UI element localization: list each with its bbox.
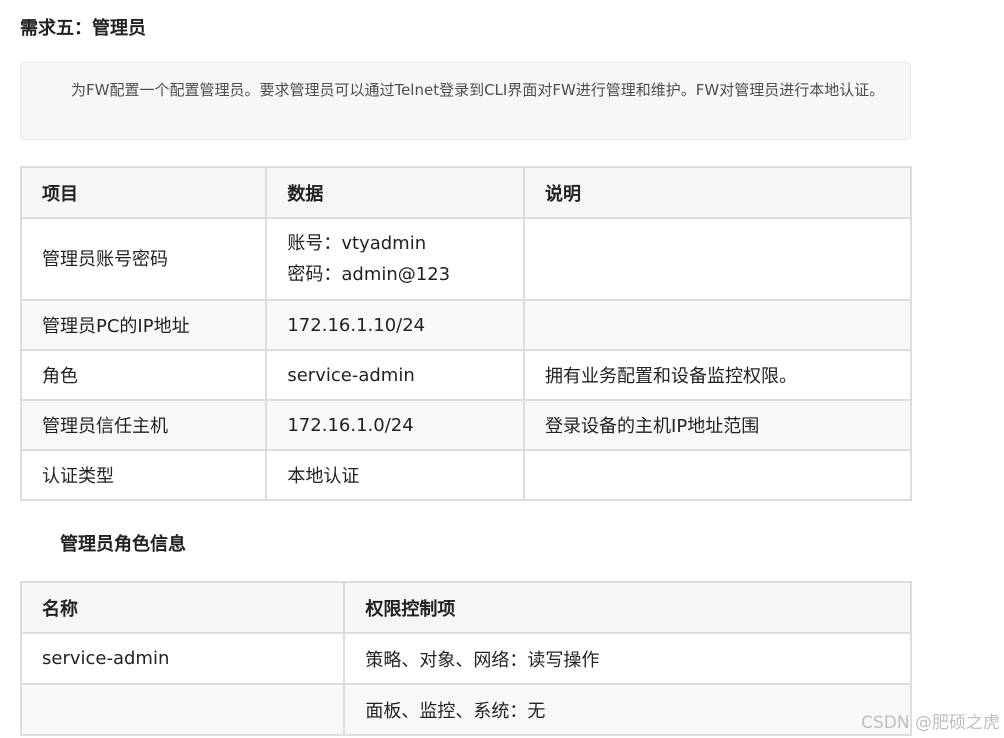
cell-desc	[523, 449, 912, 501]
cell-permission: 策略、对象、网络：读写操作	[343, 632, 912, 685]
column-header-permission: 权限控制项	[343, 581, 912, 634]
document-page: 需求五：管理员 为FW配置一个配置管理员。要求管理员可以通过Telnet登录到C…	[0, 0, 1004, 738]
cell-item: 管理员信任主机	[19, 399, 268, 451]
table-row: 管理员账号密码 账号：vtyadmin 密码：admin@123	[19, 217, 912, 301]
role-info-heading: 管理员角色信息	[60, 534, 186, 555]
cell-desc: 登录设备的主机IP地址范围	[523, 399, 912, 451]
column-header-item: 项目	[19, 166, 268, 219]
cell-data: service-admin	[265, 349, 526, 401]
watermark-text: CSDN @肥硕之虎	[861, 713, 1000, 733]
cell-data-line: 账号：vtyadmin	[287, 233, 427, 254]
cell-data: 账号：vtyadmin 密码：admin@123	[265, 217, 526, 301]
table-row: 管理员PC的IP地址 172.16.1.10/24	[19, 299, 912, 351]
cell-permission: 面板、监控、系统：无	[343, 683, 912, 736]
cell-desc	[523, 217, 912, 301]
cell-data: 172.16.1.0/24	[265, 399, 526, 451]
table-row: service-admin 策略、对象、网络：读写操作	[19, 632, 912, 685]
section-heading: 需求五：管理员	[20, 18, 146, 39]
cell-item: 认证类型	[19, 449, 268, 501]
table-row: 角色 service-admin 拥有业务配置和设备监控权限。	[19, 349, 912, 401]
cell-data-line: 密码：admin@123	[287, 264, 451, 285]
table-row: 管理员信任主机 172.16.1.0/24 登录设备的主机IP地址范围	[19, 399, 912, 451]
cell-desc	[523, 299, 912, 351]
cell-item: 角色	[19, 349, 268, 401]
cell-item: 管理员账号密码	[19, 217, 268, 301]
role-info-table: 名称 权限控制项 service-admin 策略、对象、网络：读写操作 面板、…	[19, 581, 912, 736]
cell-role-name: service-admin	[19, 632, 346, 685]
cell-item: 管理员PC的IP地址	[19, 299, 268, 351]
admin-config-table: 项目 数据 说明 管理员账号密码 账号：vtyadmin 密码：admin@12…	[19, 166, 912, 501]
column-header-desc: 说明	[523, 166, 912, 219]
column-header-data: 数据	[265, 166, 526, 219]
table-row: 面板、监控、系统：无	[19, 683, 912, 736]
cell-data: 本地认证	[265, 449, 526, 501]
table-header-row: 项目 数据 说明	[19, 166, 912, 219]
table-header-row: 名称 权限控制项	[19, 581, 912, 634]
table-row: 认证类型 本地认证	[19, 449, 912, 501]
column-header-name: 名称	[19, 581, 346, 634]
cell-role-name	[19, 683, 346, 736]
requirement-note: 为FW配置一个配置管理员。要求管理员可以通过Telnet登录到CLI界面对FW进…	[20, 62, 911, 140]
cell-data: 172.16.1.10/24	[265, 299, 526, 351]
cell-desc: 拥有业务配置和设备监控权限。	[523, 349, 912, 401]
